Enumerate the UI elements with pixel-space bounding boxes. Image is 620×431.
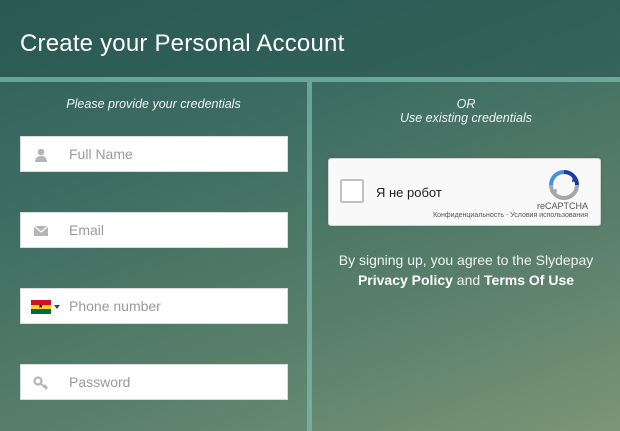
ghana-flag-icon[interactable]: ★ <box>31 300 51 314</box>
recaptcha-links[interactable]: Конфиденциальность - Условия использован… <box>433 212 588 219</box>
recaptcha-logo-icon <box>549 170 579 200</box>
phone-input[interactable] <box>69 289 279 323</box>
recaptcha-brand: reCAPTCHA <box>536 201 588 211</box>
alt-credentials-heading: OR Use existing credentials <box>312 97 620 125</box>
envelope-icon <box>33 225 49 236</box>
page-header: Create your Personal Account <box>0 0 620 77</box>
terms-and: and <box>456 272 481 288</box>
key-icon <box>33 376 48 390</box>
terms-of-use-link[interactable]: Terms Of Use <box>484 272 574 288</box>
phone-field[interactable]: ★ <box>20 288 288 324</box>
email-field[interactable] <box>20 212 288 248</box>
full-name-input[interactable] <box>69 137 279 171</box>
or-label: OR <box>456 97 476 111</box>
terms-prefix: By signing up, you agree to the Slydepay <box>338 252 594 268</box>
existing-credentials-label: Use existing credentials <box>399 111 532 125</box>
privacy-policy-link[interactable]: Privacy Policy <box>358 272 453 288</box>
recaptcha-label: Я не робот <box>376 185 442 200</box>
full-name-field[interactable] <box>20 136 288 172</box>
password-field[interactable] <box>20 364 288 400</box>
recaptcha-checkbox[interactable] <box>340 179 364 203</box>
recaptcha-widget: Я не робот reCAPTCHA Конфиденциальность … <box>328 158 601 226</box>
chevron-down-icon[interactable] <box>54 305 60 309</box>
terms-notice: By signing up, you agree to the Slydepay… <box>312 250 620 290</box>
credentials-heading: Please provide your credentials <box>66 97 241 111</box>
email-input[interactable] <box>69 213 279 247</box>
password-input[interactable] <box>69 365 279 399</box>
page-title: Create your Personal Account <box>20 30 345 57</box>
user-icon <box>35 148 47 162</box>
